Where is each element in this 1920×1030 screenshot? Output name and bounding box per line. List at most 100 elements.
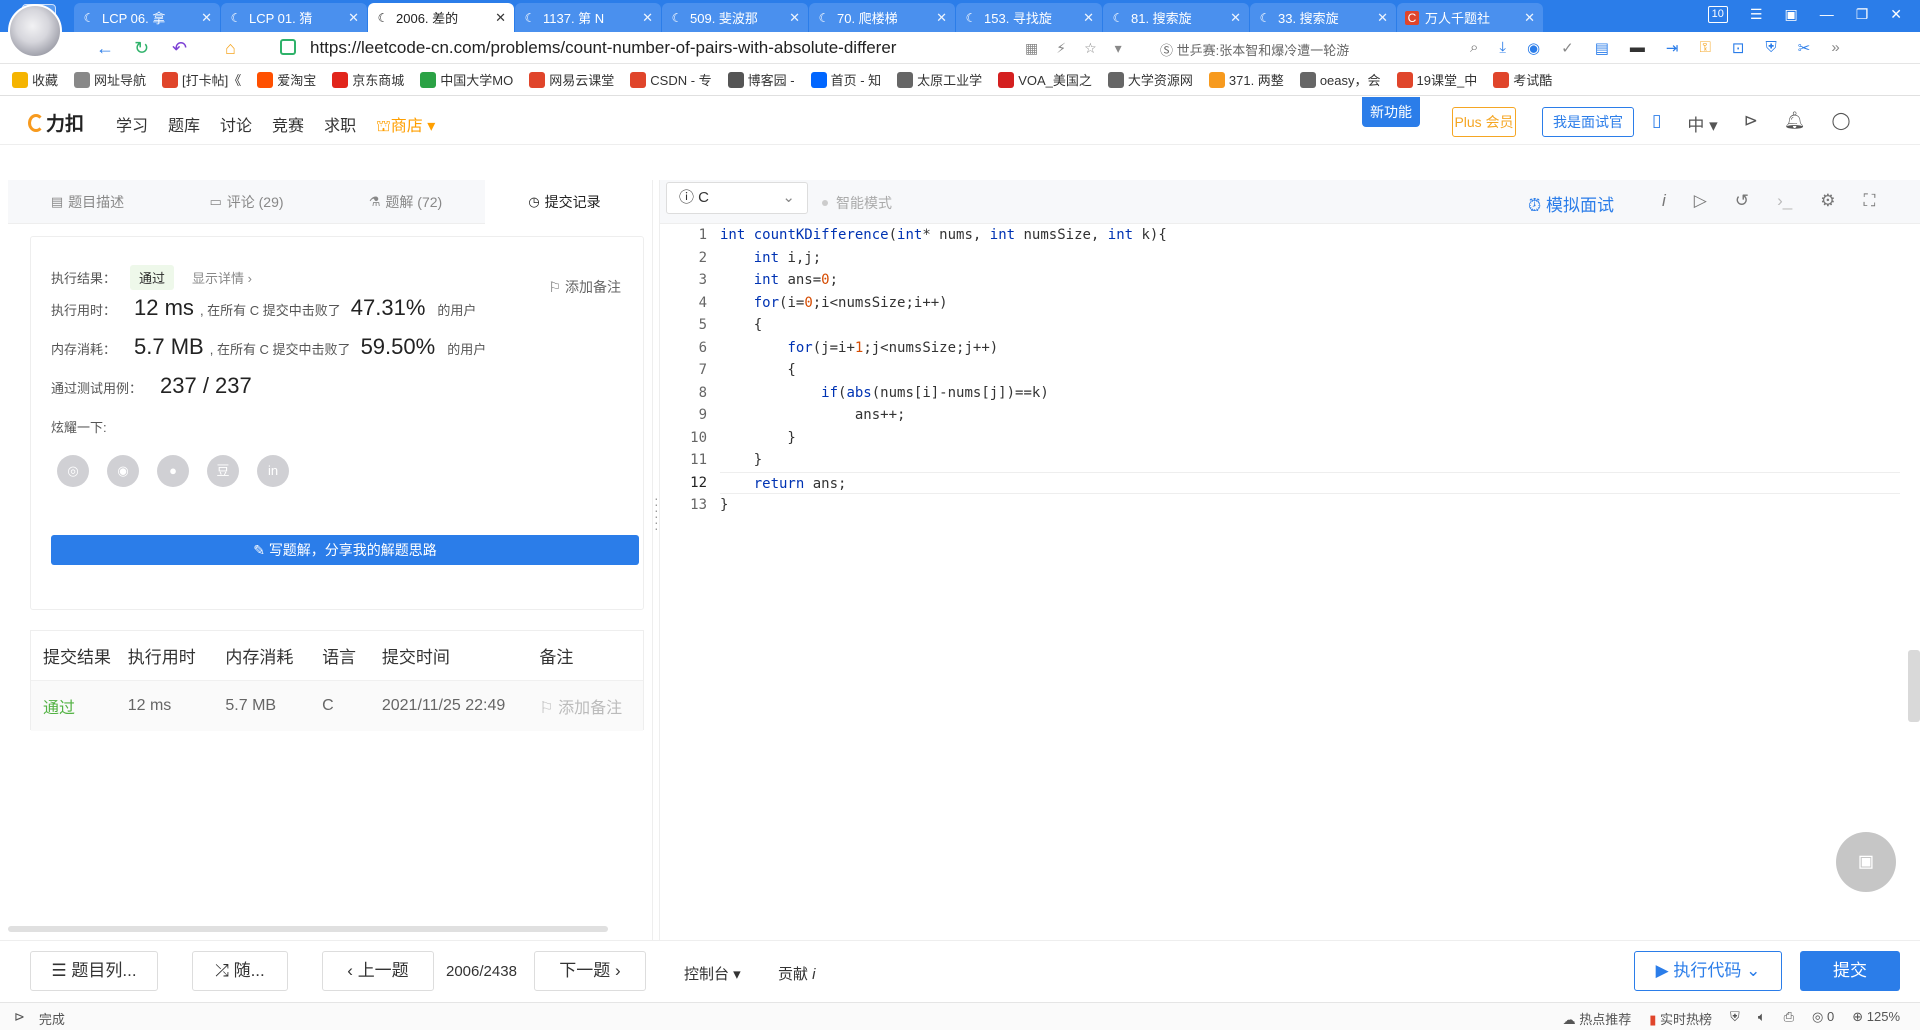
- bookmark-item[interactable]: 京东商城: [332, 70, 404, 89]
- reader-icon[interactable]: ▤: [1595, 39, 1609, 57]
- bookmark-item[interactable]: 考试酷: [1493, 70, 1552, 89]
- bookmark-item[interactable]: 收藏: [12, 70, 58, 89]
- login-icon[interactable]: ⇥: [1666, 39, 1679, 57]
- mock-interview-button[interactable]: ⏰︎ 模拟面试: [1528, 191, 1614, 216]
- code-line[interactable]: int i,j;: [720, 247, 1900, 270]
- bookmark-item[interactable]: 大学资源网: [1107, 70, 1193, 89]
- tab-close-icon[interactable]: ✕: [1083, 10, 1094, 26]
- lightning-icon[interactable]: ⚡: [1056, 40, 1066, 57]
- refresh-icon[interactable]: ↻: [134, 37, 149, 59]
- printer-icon[interactable]: ⎙: [1784, 1009, 1794, 1028]
- browser-tab[interactable]: ☾ 509. 斐波那 ✕: [662, 3, 808, 32]
- tab-close-icon[interactable]: ✕: [495, 10, 506, 26]
- qr-code-icon[interactable]: ▦: [1025, 40, 1038, 57]
- bookmark-item[interactable]: 太原工业学: [897, 70, 982, 89]
- row-status[interactable]: 通过: [31, 694, 128, 718]
- next-problem-button[interactable]: 下一题 ›: [534, 951, 646, 991]
- contribute-button[interactable]: 贡献 i: [778, 963, 816, 984]
- undo-icon[interactable]: ↶: [172, 37, 187, 59]
- code-line[interactable]: }: [720, 494, 1900, 517]
- tab-submissions[interactable]: ◷ 提交记录: [485, 180, 644, 224]
- chevron-down-icon[interactable]: ▾: [1115, 40, 1122, 57]
- tab-close-icon[interactable]: ✕: [1524, 10, 1535, 26]
- search-icon[interactable]: ⌕: [1470, 39, 1478, 57]
- code-area[interactable]: int countKDifference(int* nums, int nums…: [720, 224, 1900, 517]
- problem-list-button[interactable]: ☰ 题目列...: [30, 951, 158, 991]
- browser-tab[interactable]: ☾ 153. 寻找旋 ✕: [956, 3, 1102, 32]
- shield-icon[interactable]: ⛨: [1765, 39, 1776, 57]
- code-line[interactable]: {: [720, 314, 1900, 337]
- scissors-icon[interactable]: ✂: [1798, 39, 1811, 57]
- run-code-button[interactable]: ▶ 执行代码 ⌄: [1634, 951, 1782, 991]
- bookmark-item[interactable]: 爱淘宝: [257, 70, 316, 89]
- tab-close-icon[interactable]: ✕: [348, 10, 359, 26]
- key-icon[interactable]: ⚿: [1699, 39, 1710, 57]
- code-line[interactable]: for(j=i+1;j<numsSize;j++): [720, 337, 1900, 360]
- terminal-icon[interactable]: ›_: [1777, 191, 1792, 211]
- code-line[interactable]: for(i=0;i<numsSize;i++): [720, 292, 1900, 315]
- nav-problems[interactable]: 题库: [168, 112, 200, 137]
- info-icon[interactable]: i: [1662, 191, 1666, 211]
- linkedin-icon[interactable]: in: [257, 455, 289, 487]
- translate-icon[interactable]: ⊡: [1732, 39, 1745, 57]
- browser-tab[interactable]: ☾ LCP 01. 猜 ✕: [221, 3, 367, 32]
- playground-icon[interactable]: ⊳: [1744, 111, 1758, 136]
- more-icon[interactable]: »: [1831, 39, 1839, 57]
- check-icon[interactable]: ✓: [1561, 39, 1574, 57]
- bookmark-item[interactable]: 19课堂_中: [1396, 70, 1477, 89]
- play-icon[interactable]: ▷: [1694, 191, 1707, 211]
- browser-profile-avatar[interactable]: [8, 4, 62, 58]
- bell-icon[interactable]: 🔔︎: [1784, 111, 1806, 136]
- browser-tab[interactable]: ☾ 81. 搜索旋 ✕: [1103, 3, 1249, 32]
- nav-shop[interactable]: ⛫商店 ▾: [376, 112, 435, 137]
- code-line[interactable]: }: [720, 449, 1900, 472]
- extension-icon[interactable]: ◉: [1527, 39, 1540, 57]
- show-details-link[interactable]: 显示详情 ›: [192, 268, 252, 287]
- code-line[interactable]: int ans=0;: [720, 269, 1900, 292]
- tab-close-icon[interactable]: ✕: [789, 10, 800, 26]
- bookmark-item[interactable]: [打卡帖]《: [162, 70, 241, 89]
- code-line[interactable]: ans++;: [720, 404, 1900, 427]
- console-toggle[interactable]: 控制台 ▾: [684, 963, 741, 984]
- tab-close-icon[interactable]: ✕: [642, 10, 653, 26]
- reset-icon[interactable]: ↺: [1735, 191, 1749, 211]
- code-line[interactable]: if(abs(nums[i]-nums[j])==k): [720, 382, 1900, 405]
- new-feature-badge[interactable]: 新功能: [1362, 97, 1420, 127]
- nav-discuss[interactable]: 讨论: [220, 112, 252, 137]
- nav-learn[interactable]: 学习: [116, 112, 148, 137]
- bookmark-item[interactable]: 网易云课堂: [529, 70, 614, 89]
- bookmark-item[interactable]: 博客园 -: [727, 70, 795, 89]
- browser-tab[interactable]: ☾ LCP 06. 拿 ✕: [74, 3, 220, 32]
- browser-tab[interactable]: ☾ 70. 爬楼梯 ✕: [809, 3, 955, 32]
- back-icon[interactable]: ←: [96, 37, 114, 59]
- zoom-control[interactable]: ⊕ 125%: [1852, 1009, 1900, 1028]
- tab-close-icon[interactable]: ✕: [201, 10, 212, 26]
- left-scrollbar[interactable]: [8, 926, 608, 932]
- fullscreen-icon[interactable]: ⛶: [1863, 191, 1875, 211]
- minimize-icon[interactable]: —: [1820, 6, 1834, 23]
- download-icon[interactable]: ⤓: [1499, 39, 1506, 57]
- star-icon[interactable]: ☆: [1084, 40, 1097, 57]
- maximize-icon[interactable]: ❐: [1856, 6, 1869, 23]
- editor-scrollbar[interactable]: [1908, 650, 1920, 722]
- screen-icon[interactable]: ▬: [1630, 39, 1645, 57]
- nav-jobs[interactable]: 求职: [324, 112, 356, 137]
- bookmark-item[interactable]: CSDN - 专: [630, 70, 712, 89]
- panel-splitter[interactable]: · · · · · ·: [652, 180, 660, 940]
- browser-tab[interactable]: ☾ 2006. 差的 ✕: [368, 3, 514, 32]
- tab-close-icon[interactable]: ✕: [1230, 10, 1241, 26]
- language-select[interactable]: ⓘ C ⌄: [666, 182, 808, 214]
- realtime-hot[interactable]: ▮ 实时热榜: [1649, 1009, 1712, 1028]
- mobile-icon[interactable]: ▯: [1652, 111, 1661, 136]
- wechat-icon[interactable]: ◎: [57, 455, 89, 487]
- counter[interactable]: ◎ 0: [1812, 1009, 1834, 1028]
- search-suggestion[interactable]: Ⓢ 世乒赛:张本智和爆冷遭一轮游: [1160, 40, 1349, 59]
- site-logo[interactable]: 力扣: [28, 109, 84, 136]
- tab-count-badge[interactable]: 10: [1707, 6, 1728, 23]
- bookmark-item[interactable]: VOA_美国之: [998, 70, 1092, 89]
- plus-member-button[interactable]: Plus 会员: [1452, 107, 1516, 137]
- code-editor[interactable]: 1 2 3 4 5 6 7 8 9 10 11 12 13 int countKDifference(i…: [660, 224, 1920, 938]
- add-note-button[interactable]: ⚐ 添加备注: [549, 277, 621, 297]
- smart-mode-toggle[interactable]: 智能模式: [822, 193, 892, 213]
- speaker-icon[interactable]: 🔈︎: [1758, 1009, 1766, 1028]
